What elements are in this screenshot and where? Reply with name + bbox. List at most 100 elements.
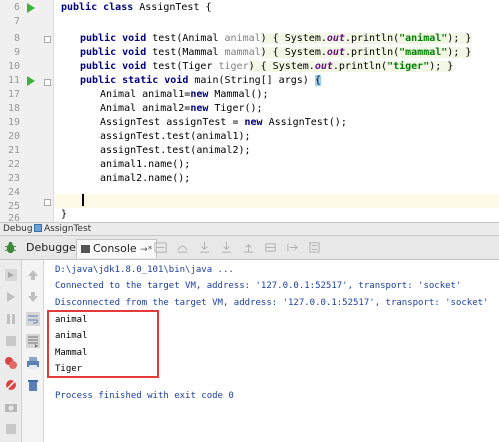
code-text: main(String[] args) (188, 75, 315, 86)
keyword-token: public void (80, 61, 147, 72)
code-text: Mammal(); (208, 89, 269, 100)
code-line: Animal animal2=new Tiger(); (100, 102, 263, 116)
console-line: D:\java\jdk1.8.0_101\bin\java ... (55, 265, 234, 275)
line-number: 21 (7, 145, 20, 156)
code-text: AssignTest(); (262, 117, 347, 128)
config-icon (34, 224, 42, 232)
force-step-into-icon[interactable] (220, 241, 233, 254)
camera-icon[interactable] (4, 400, 18, 414)
run-gutter-icon[interactable] (27, 76, 35, 86)
step-into-icon[interactable] (198, 241, 211, 254)
code-text: ) { System. (260, 47, 327, 58)
code-line: AssignTest assignTest = new AssignTest()… (100, 116, 347, 130)
code-text: ) { System. (248, 61, 315, 72)
code-text: AssignTest assignTest = (100, 117, 245, 128)
keyword-token: public class (61, 2, 134, 13)
run-gutter-icon[interactable] (27, 3, 35, 13)
bug-icon[interactable] (4, 241, 17, 254)
code-text: ); } (447, 47, 472, 58)
code-text: Animal animal2= (100, 103, 191, 114)
console-output-line: animal (55, 331, 88, 341)
console-output[interactable]: D:\java\jdk1.8.0_101\bin\java ... Connec… (44, 260, 499, 442)
print-icon[interactable] (26, 356, 40, 370)
line-number: 18 (7, 103, 20, 114)
console-line: Connected to the target VM, address: '12… (55, 281, 462, 291)
console-line: Disconnected from the target VM, address… (55, 298, 489, 308)
pin-arrow-icon: →* (140, 245, 153, 255)
code-text: Tiger(); (208, 103, 263, 114)
line-number: 23 (7, 173, 20, 184)
code-line: public void test(Tiger tiger) { System.o… (80, 60, 454, 74)
code-text: ); } (447, 33, 472, 44)
keyword-token: public void (80, 47, 147, 58)
param-token: tiger (218, 61, 249, 72)
console-line: Process finished with exit code 0 (55, 391, 234, 401)
line-number: 7 (13, 16, 20, 27)
step-out-icon[interactable] (242, 241, 255, 254)
line-number: 11 (7, 75, 20, 86)
scroll-up-icon[interactable] (26, 268, 40, 282)
code-text: Animal animal1= (100, 89, 191, 100)
evaluate-expression-icon[interactable] (308, 241, 321, 254)
code-text: test(Tiger (146, 61, 219, 72)
code-line: public static void main(String[] args) { (80, 74, 321, 88)
editor-gutter: 6 7 8 9 10 11 17 18 19 20 21 22 23 24 25… (0, 0, 54, 224)
param-token: mammal (224, 47, 261, 58)
keyword-token: new (244, 117, 263, 128)
mute-breakpoints-icon[interactable] (4, 378, 18, 392)
line-number: 6 (13, 2, 20, 13)
console-actions-strip (22, 260, 44, 442)
run-to-cursor-icon[interactable] (286, 241, 299, 254)
code-text: test(Animal (146, 33, 225, 44)
resume-icon[interactable] (4, 290, 18, 304)
clear-all-icon[interactable] (26, 378, 40, 392)
code-area[interactable]: public class AssignTest { public void te… (56, 0, 499, 222)
soft-wrap-icon[interactable] (26, 312, 40, 326)
debug-tabs-row: Debugger Console →* (0, 236, 499, 260)
code-text: .println( (344, 47, 400, 58)
fold-marker-icon[interactable] (44, 199, 51, 206)
line-number: 10 (7, 61, 20, 72)
string-token: "mammal" (399, 47, 448, 58)
scroll-to-end-icon[interactable] (26, 334, 40, 348)
keyword-token: public static void (80, 75, 189, 86)
view-breakpoints-icon[interactable] (4, 356, 18, 370)
line-number: 22 (7, 159, 20, 170)
console-output-line: animal (55, 315, 88, 325)
line-number: 17 (7, 89, 20, 100)
stop-icon[interactable] (4, 334, 18, 348)
line-number: 9 (13, 47, 20, 58)
code-text: AssignTest { (133, 2, 212, 13)
pause-icon[interactable] (4, 312, 18, 326)
settings-icon[interactable] (4, 422, 18, 436)
drop-frame-icon[interactable] (264, 241, 277, 254)
tab-console[interactable]: Console →* (76, 239, 158, 258)
code-line: } (61, 209, 68, 220)
step-over-icon[interactable] (176, 241, 189, 254)
code-line: assignTest.test(animal1); (100, 131, 251, 142)
code-line: assignTest.test(animal2); (100, 145, 251, 156)
keyword-token: new (190, 103, 209, 114)
run-config[interactable]: AssignTest (34, 224, 91, 234)
debug-bar: Debug AssignTest (0, 222, 499, 236)
string-token: "animal" (399, 33, 448, 44)
fold-marker-icon[interactable] (44, 36, 51, 43)
fold-marker-icon[interactable] (44, 79, 51, 86)
code-line: Animal animal1=new Mammal(); (100, 88, 269, 102)
rerun-icon[interactable] (4, 268, 18, 282)
scroll-down-icon[interactable] (26, 290, 40, 304)
line-number: 24 (7, 187, 20, 198)
code-text: .println( (344, 33, 400, 44)
run-config-label: AssignTest (44, 224, 92, 234)
code-text: .println( (332, 61, 388, 72)
debug-label: Debug (3, 224, 33, 234)
tab-console-label: Console (93, 242, 137, 255)
code-editor[interactable]: 6 7 8 9 10 11 17 18 19 20 21 22 23 24 25… (0, 0, 499, 224)
text-caret (82, 194, 84, 209)
field-token: out (326, 47, 345, 58)
show-execution-point-icon[interactable] (154, 241, 167, 254)
code-line: animal1.name(); (100, 159, 191, 170)
line-number: 20 (7, 131, 20, 142)
field-token: out (326, 33, 345, 44)
debug-actions-strip (0, 260, 22, 442)
